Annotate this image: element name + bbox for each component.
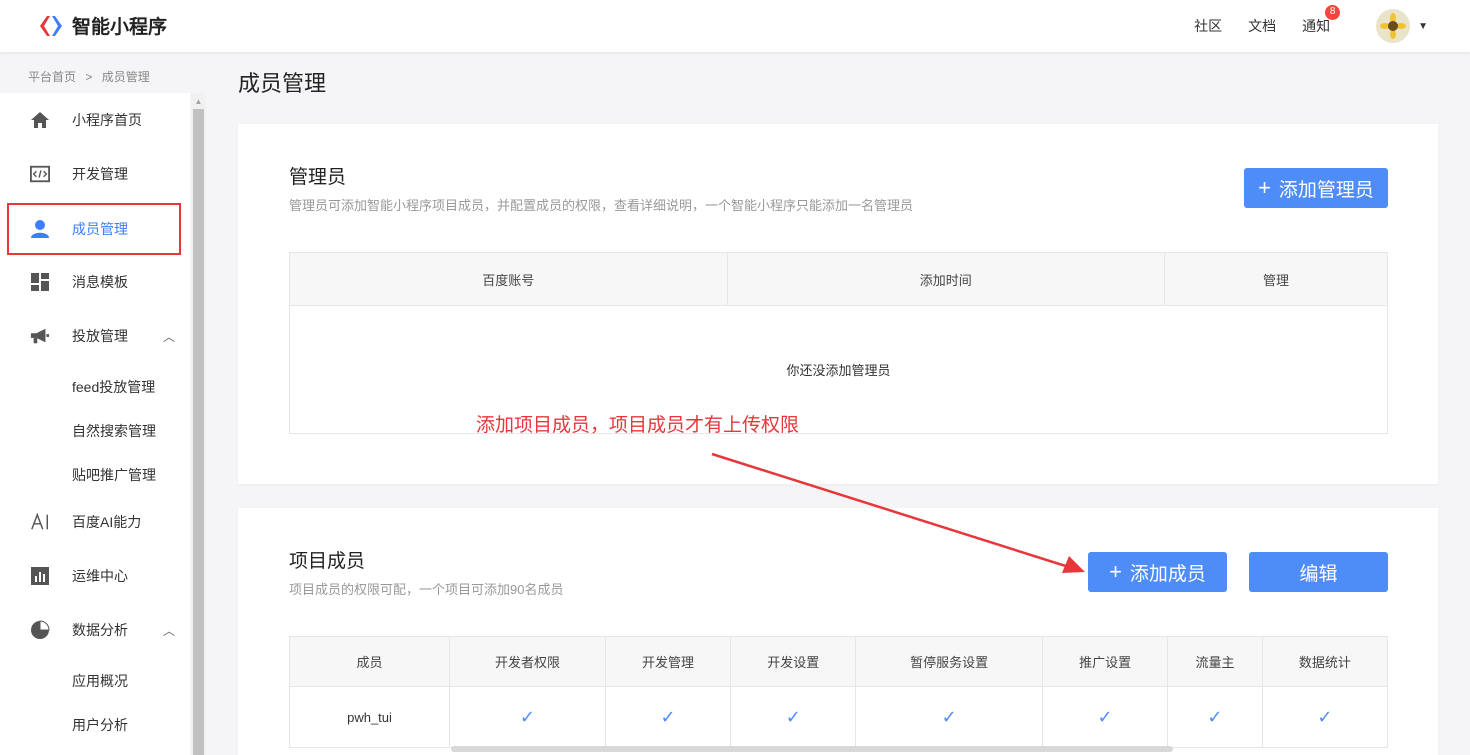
edit-label: 编辑 (1299, 563, 1338, 585)
top-bar: 智能小程序 社区 文档 通知 8 ▼ (0, 0, 1470, 52)
scroll-thumb[interactable] (193, 109, 204, 755)
logo-icon (40, 15, 62, 36)
sidebar-subitem-users[interactable]: 用户分析 (72, 715, 128, 735)
page-title: 成员管理 (238, 71, 327, 96)
column-header: 暂停服务设置 (855, 636, 1043, 687)
scroll-up-icon[interactable]: ▲ (191, 97, 206, 107)
column-header: 开发设置 (730, 636, 857, 687)
account-dropdown-icon[interactable]: ▼ (1418, 21, 1428, 32)
sidebar-item-delivery[interactable]: 投放管理 ︿ (0, 309, 190, 363)
member-name: pwh_tui (289, 686, 450, 748)
admin-section-description: 管理员可添加智能小程序项目成员，并配置成员的权限，查看详细说明，一个智能小程序只… (289, 198, 914, 213)
logo-text: 智能小程序 (72, 17, 168, 38)
sidebar-item-label: 运维中心 (72, 568, 128, 584)
sidebar-item-label: 成员管理 (72, 221, 128, 237)
megaphone-icon (30, 326, 50, 346)
column-header: 开发管理 (604, 636, 732, 687)
add-member-label: 添加成员 (1129, 563, 1206, 585)
notification-badge: 8 (1325, 5, 1341, 20)
admin-card: 管理员 管理员可添加智能小程序项目成员，并配置成员的权限，查看详细说明，一个智能… (238, 124, 1438, 484)
ai-icon (30, 512, 50, 532)
template-grid-icon (30, 272, 50, 292)
breadcrumb-home[interactable]: 平台首页 (28, 70, 76, 84)
sidebar-item-members[interactable]: 成员管理 (7, 203, 181, 255)
members-section-title: 项目成员 (289, 551, 366, 572)
column-header: 推广设置 (1041, 636, 1169, 687)
sidebar-item-ai[interactable]: 百度AI能力 (0, 495, 190, 549)
sidebar-item-templates[interactable]: 消息模板 (0, 255, 190, 309)
sidebar-subitem-search[interactable]: 自然搜索管理 (72, 421, 156, 441)
column-header: 数据统计 (1261, 636, 1389, 687)
empty-state-text: 你还没添加管理员 (289, 305, 1388, 434)
admin-section-title: 管理员 (289, 167, 347, 188)
check-icon: ✓ (1207, 706, 1223, 727)
members-section-description: 项目成员的权限可配，一个项目可添加90名成员 (289, 582, 564, 597)
column-header: 百度账号 (289, 252, 728, 306)
plus-icon: + (1258, 175, 1271, 200)
notifications-label: 通知 (1302, 18, 1331, 34)
annotation-text: 添加项目成员，项目成员才有上传权限 (476, 414, 800, 436)
pie-chart-icon (30, 620, 50, 640)
add-admin-button[interactable]: + 添加管理员 (1244, 168, 1388, 208)
check-icon: ✓ (1097, 706, 1113, 727)
column-header: 成员 (289, 636, 450, 687)
logo[interactable]: 智能小程序 (38, 12, 167, 39)
column-header: 流量主 (1167, 636, 1263, 687)
table-row: pwh_tui ✓ ✓ ✓ ✓ ✓ ✓ ✓ (289, 686, 1389, 748)
sidebar-item-label: 消息模板 (72, 274, 128, 290)
annotation-arrow (711, 452, 1085, 573)
sidebar-item-home[interactable]: 小程序首页 (0, 93, 190, 147)
notifications-link[interactable]: 通知 8 (1302, 5, 1341, 36)
check-icon: ✓ (785, 706, 801, 727)
check-icon: ✓ (519, 706, 535, 727)
sunflower-icon (1380, 13, 1407, 39)
sidebar-item-label: 百度AI能力 (72, 514, 142, 530)
sidebar-scrollbar[interactable]: ▲ (191, 93, 206, 755)
code-icon (30, 164, 50, 184)
sidebar-item-label: 开发管理 (72, 166, 128, 182)
column-header: 开发者权限 (449, 636, 606, 687)
table-horizontal-scrollbar[interactable] (451, 746, 1173, 752)
breadcrumb-current: 成员管理 (101, 70, 150, 84)
breadcrumb-separator: > (85, 70, 93, 84)
sidebar: 小程序首页 开发管理 成员管理 消息模板 投放管理 ︿ feed投放管理 自然搜… (0, 93, 190, 755)
sidebar-item-label: 数据分析 (72, 622, 128, 638)
members-table: 成员 开发者权限 开发管理 开发设置 暂停服务设置 推广设置 流量主 数据统计 … (289, 636, 1389, 748)
chevron-up-icon: ︿ (163, 329, 176, 344)
admin-table: 百度账号 添加时间 管理 你还没添加管理员 (289, 252, 1388, 434)
home-icon (30, 110, 50, 130)
add-member-button[interactable]: + 添加成员 (1088, 552, 1227, 592)
check-icon: ✓ (1317, 706, 1333, 727)
column-header: 添加时间 (726, 252, 1166, 306)
column-header: 管理 (1164, 252, 1388, 306)
avatar[interactable] (1376, 9, 1411, 43)
sidebar-item-label: 小程序首页 (72, 112, 142, 128)
sidebar-item-label: 投放管理 (72, 328, 128, 344)
sidebar-subitem-tieba[interactable]: 贴吧推广管理 (72, 465, 156, 485)
user-icon (30, 219, 50, 239)
add-admin-label: 添加管理员 (1278, 179, 1374, 201)
sidebar-subitem-feed[interactable]: feed投放管理 (72, 377, 155, 397)
check-icon: ✓ (941, 706, 957, 727)
sidebar-item-ops[interactable]: 运维中心 (0, 549, 190, 603)
chevron-up-icon: ︿ (163, 623, 176, 638)
docs-link[interactable]: 文档 (1248, 16, 1276, 36)
sidebar-item-analytics[interactable]: 数据分析 ︿ (0, 603, 190, 657)
sidebar-item-dev[interactable]: 开发管理 (0, 147, 190, 201)
community-link[interactable]: 社区 (1194, 16, 1222, 36)
check-icon: ✓ (660, 706, 676, 727)
edit-button[interactable]: 编辑 (1249, 552, 1388, 592)
plus-icon: + (1109, 559, 1122, 584)
bar-chart-icon (30, 566, 50, 586)
breadcrumb: 平台首页 > 成员管理 (28, 68, 156, 85)
sidebar-subitem-overview[interactable]: 应用概况 (72, 671, 128, 691)
